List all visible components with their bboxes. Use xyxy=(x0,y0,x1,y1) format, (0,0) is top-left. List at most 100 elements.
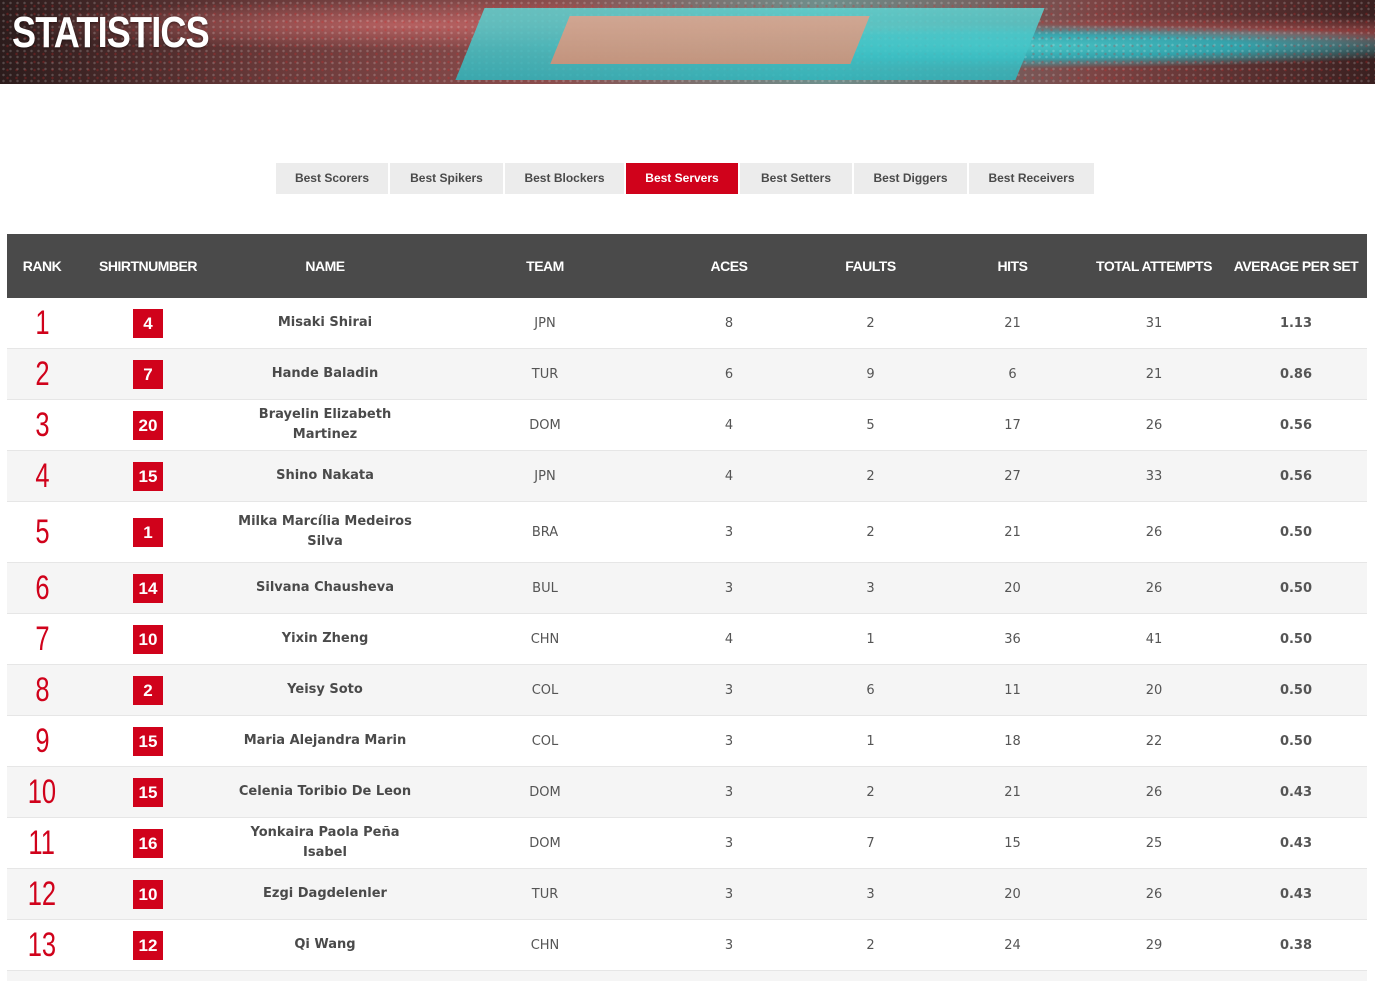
table-row: 10 15 Celenia Toribio De Leon DOM 3 2 21… xyxy=(7,766,1367,818)
tab-best-servers[interactable]: Best Servers xyxy=(626,163,738,194)
total-attempts-cell: 21 xyxy=(1083,348,1225,400)
faults-cell: 1 xyxy=(799,715,942,767)
shirt-number-badge: 20 xyxy=(133,410,163,440)
hits-cell: 15 xyxy=(942,817,1083,869)
shirt-number-badge: 16 xyxy=(133,828,163,858)
hits-cell: 36 xyxy=(942,613,1083,665)
table-row: 13 12 Qi Wang CHN 3 2 24 29 0.38 xyxy=(7,919,1367,971)
faults-cell: 3 xyxy=(799,868,942,920)
team-cell: COL xyxy=(431,715,659,767)
team-cell: COL xyxy=(431,664,659,716)
aces-cell: 6 xyxy=(659,348,799,400)
rank-number: 10 xyxy=(27,772,57,811)
hits-cell: 20 xyxy=(942,868,1083,920)
col-header-total-attempts: TOTAL ATTEMPTS xyxy=(1096,257,1212,274)
tab-best-spikers[interactable]: Best Spikers xyxy=(390,163,503,194)
team-cell: DOM xyxy=(431,399,659,451)
average-per-set-cell: 0.50 xyxy=(1225,613,1367,665)
total-attempts-cell: 25 xyxy=(1083,817,1225,869)
total-attempts-cell: 26 xyxy=(1083,399,1225,451)
rank-cell: 7 xyxy=(7,613,77,665)
hits-cell: 11 xyxy=(942,664,1083,716)
col-header-aces: ACES xyxy=(710,257,748,274)
name-cell: Hande Baladin xyxy=(219,348,431,400)
team-cell: TUR xyxy=(431,348,659,400)
faults-cell: 9 xyxy=(799,348,942,400)
faults-cell: 7 xyxy=(799,817,942,869)
average-per-set-cell: 0.43 xyxy=(1225,766,1367,818)
player-name: Shino Nakata xyxy=(276,468,374,483)
hits-cell: 27 xyxy=(942,450,1083,502)
aces-cell: 4 xyxy=(659,613,799,665)
table-row: 4 15 Shino Nakata JPN 4 2 27 33 0.56 xyxy=(7,450,1367,502)
rank-cell: 10 xyxy=(7,766,77,818)
name-cell: Brayelin Elizabeth Martinez xyxy=(219,399,431,451)
total-attempts-cell: 20 xyxy=(1083,664,1225,716)
tab-best-scorers[interactable]: Best Scorers xyxy=(276,163,388,194)
team-cell: JPN xyxy=(431,450,659,502)
rank-number: 9 xyxy=(34,721,50,760)
shirt-number-badge: 10 xyxy=(133,879,163,909)
total-attempts-cell: 26 xyxy=(1083,868,1225,920)
name-cell: Celenia Toribio De Leon xyxy=(219,766,431,818)
col-header-hits: HITS xyxy=(997,257,1028,274)
shirt-number-badge: 10 xyxy=(133,624,163,654)
hits-cell: 21 xyxy=(942,501,1083,563)
team-cell: DOM xyxy=(431,817,659,869)
aces-cell: 3 xyxy=(659,501,799,563)
aces-cell: 4 xyxy=(659,450,799,502)
shirt-cell: 20 xyxy=(77,399,219,451)
tab-best-blockers[interactable]: Best Blockers xyxy=(505,163,624,194)
table-row: 8 2 Yeisy Soto COL 3 6 11 20 0.50 xyxy=(7,664,1367,716)
player-name: Yeisy Soto xyxy=(287,682,363,697)
average-per-set-cell: 0.43 xyxy=(1225,868,1367,920)
player-name: Qi Wang xyxy=(294,937,356,952)
player-name: Yixin Zheng xyxy=(281,631,369,646)
rank-number: 4 xyxy=(34,456,50,495)
table-row: 5 1 Milka Marcília Medeiros Silva BRA 3 … xyxy=(7,501,1367,563)
table-row: 3 20 Brayelin Elizabeth Martinez DOM 4 5… xyxy=(7,399,1367,451)
rank-cell: 1 xyxy=(7,298,77,349)
faults-cell: 2 xyxy=(799,450,942,502)
col-header-faults: FAULTS xyxy=(845,257,896,274)
shirt-cell: 10 xyxy=(77,868,219,920)
name-cell: Misaki Shirai xyxy=(219,298,431,349)
player-name: Brayelin Elizabeth Martinez xyxy=(258,407,392,442)
total-attempts-cell: 31 xyxy=(1083,298,1225,349)
table-row: 11 16 Yonkaira Paola Peña Isabel DOM 3 7… xyxy=(7,817,1367,869)
tab-best-diggers[interactable]: Best Diggers xyxy=(854,163,967,194)
col-header-name: NAME xyxy=(305,257,345,274)
rank-number: 8 xyxy=(34,670,50,709)
shirt-number-badge: 7 xyxy=(133,359,163,389)
faults-cell: 1 xyxy=(799,613,942,665)
total-attempts-cell: 41 xyxy=(1083,613,1225,665)
stats-category-tabs: Best Scorers Best Spikers Best Blockers … xyxy=(276,163,1094,194)
name-cell: Yeisy Soto xyxy=(219,664,431,716)
rank-cell: 6 xyxy=(7,562,77,614)
total-attempts-cell: 33 xyxy=(1083,450,1225,502)
hero-banner: STATISTICS xyxy=(0,0,1375,84)
player-name: Maria Alejandra Marin xyxy=(243,733,407,748)
rank-number: 3 xyxy=(34,405,50,444)
rank-cell: 8 xyxy=(7,664,77,716)
rank-cell: 4 xyxy=(7,450,77,502)
average-per-set-cell: 0.50 xyxy=(1225,562,1367,614)
table-row-partial xyxy=(7,970,1367,981)
table-row: 12 10 Ezgi Dagdelenler TUR 3 3 20 26 0.4… xyxy=(7,868,1367,920)
rank-cell: 2 xyxy=(7,348,77,400)
aces-cell: 3 xyxy=(659,766,799,818)
tab-best-setters[interactable]: Best Setters xyxy=(740,163,852,194)
player-name: Ezgi Dagdelenler xyxy=(263,886,387,901)
rank-cell: 13 xyxy=(7,919,77,971)
player-name: Yonkaira Paola Peña Isabel xyxy=(250,825,400,860)
name-cell: Maria Alejandra Marin xyxy=(219,715,431,767)
total-attempts-cell: 26 xyxy=(1083,501,1225,563)
tab-best-receivers[interactable]: Best Receivers xyxy=(969,163,1094,194)
hits-cell: 6 xyxy=(942,348,1083,400)
shirt-cell: 2 xyxy=(77,664,219,716)
aces-cell: 3 xyxy=(659,715,799,767)
rank-cell: 3 xyxy=(7,399,77,451)
table-row: 6 14 Silvana Chausheva BUL 3 3 20 26 0.5… xyxy=(7,562,1367,614)
rank-number: 6 xyxy=(34,568,50,607)
table-header-row: RANK SHIRTNUMBER NAME TEAM ACES FAULTS H… xyxy=(7,234,1367,298)
